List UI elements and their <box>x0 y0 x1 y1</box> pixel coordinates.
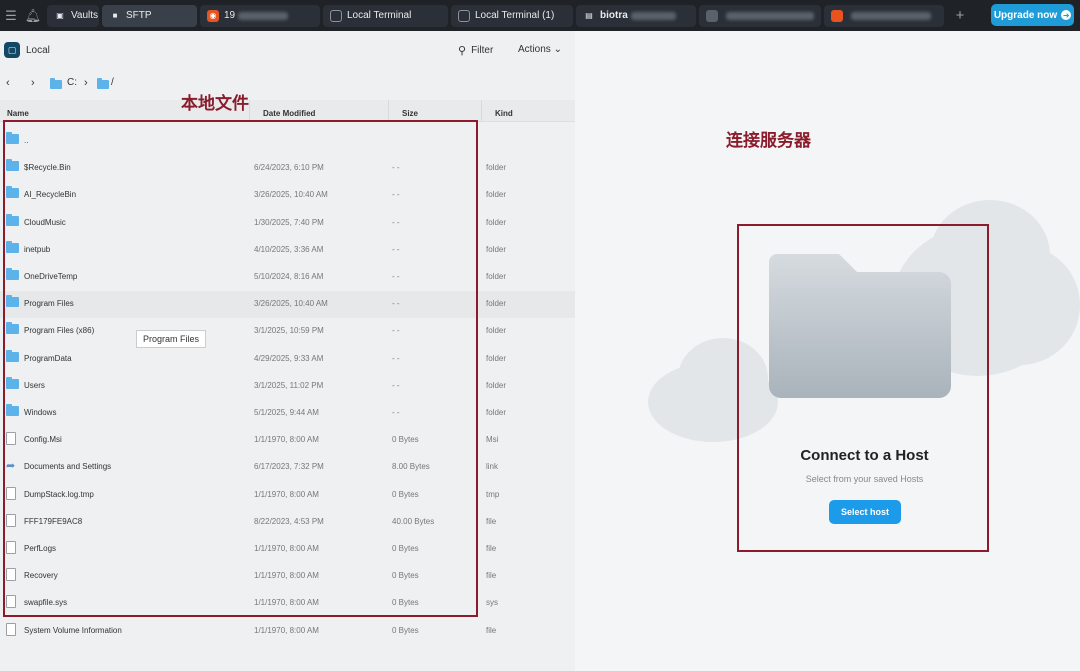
file-kind: folder <box>486 353 507 363</box>
file-kind: folder <box>486 380 507 390</box>
tab-local-terminal-1[interactable]: Local Terminal (1) <box>451 4 573 27</box>
tab-host-blurred[interactable] <box>699 4 821 27</box>
actions-dropdown[interactable]: Actions ⌄ <box>518 44 562 55</box>
path-segment-root[interactable]: / <box>111 77 114 88</box>
tab-label: Local Terminal <box>347 10 412 21</box>
tab-local-terminal[interactable]: Local Terminal <box>323 4 448 27</box>
vault-icon: ▣ <box>54 9 66 22</box>
file-kind: folder <box>486 244 507 254</box>
file-kind: folder <box>486 163 507 173</box>
actions-label: Actions <box>518 44 551 55</box>
file-kind: file <box>486 571 497 581</box>
path-bar: ‹ › C: › / <box>0 73 575 95</box>
column-date-modified[interactable]: Date Modified <box>263 109 315 118</box>
tab-vaults[interactable]: ▣ Vaults <box>47 4 99 27</box>
filter-button[interactable]: ⚲ Filter <box>458 44 493 57</box>
arrow-right-icon: ➜ <box>1061 10 1072 20</box>
file-kind: folder <box>486 217 507 227</box>
annotation-label-connect: 连接服务器 <box>726 131 811 151</box>
column-name[interactable]: Name <box>7 109 29 118</box>
new-tab-button[interactable]: + <box>948 7 972 24</box>
annotation-label-local: 本地文件 <box>181 94 249 114</box>
column-size[interactable]: Size <box>402 109 418 118</box>
tab-sftp[interactable]: ■ SFTP <box>102 4 197 27</box>
file-icon <box>6 622 16 639</box>
file-kind: tmp <box>486 489 500 499</box>
tab-host-ubuntu[interactable]: ◉ 19 <box>200 4 320 27</box>
host-icon <box>706 9 718 22</box>
folder-icon <box>97 78 109 92</box>
annotation-box-connect <box>737 224 989 552</box>
file-kind: link <box>486 462 499 472</box>
sftp-icon: ▤ <box>585 11 593 20</box>
file-kind: folder <box>486 299 507 309</box>
date-modified: 1/1/1970, 8:00 AM <box>254 625 319 635</box>
file-kind: folder <box>486 326 507 336</box>
tab-sftp-biotra[interactable]: ▤ biotra <box>576 4 696 27</box>
file-kind: file <box>486 544 497 553</box>
file-kind: folder <box>486 272 507 281</box>
tab-label: SFTP <box>126 10 152 21</box>
terminal-icon <box>458 9 470 22</box>
back-icon[interactable]: ‹ <box>6 77 10 89</box>
file-kind: file <box>486 516 497 526</box>
ubuntu-icon: ◉ <box>207 9 219 22</box>
forward-icon[interactable]: › <box>31 77 35 89</box>
folder-icon <box>50 78 62 92</box>
column-kind[interactable]: Kind <box>495 109 513 118</box>
panel-title: Local <box>26 45 50 56</box>
filter-label: Filter <box>471 45 494 56</box>
ubuntu-icon <box>831 9 843 22</box>
search-icon: ⚲ <box>458 45 467 57</box>
tab-label: 19 <box>224 10 236 21</box>
file-kind: sys <box>486 598 498 608</box>
folder-icon: ■ <box>112 11 118 20</box>
path-segment-drive[interactable]: C: <box>67 77 77 88</box>
bell-icon[interactable]: 🔔︎ <box>22 0 44 31</box>
upgrade-label: Upgrade now <box>993 9 1058 21</box>
file-kind: file <box>486 625 497 635</box>
tab-label: biotra <box>600 10 628 21</box>
upgrade-button[interactable]: Upgrade now ➜ <box>991 4 1074 26</box>
file-size: 0 Bytes <box>392 625 419 635</box>
file-kind: Msi <box>486 435 499 445</box>
annotation-box-local <box>3 120 478 617</box>
file-name: System Volume Information <box>24 625 122 635</box>
local-icon: ▢ <box>4 42 20 58</box>
menu-icon[interactable]: ☰ <box>0 0 22 31</box>
tab-host-blurred-2[interactable] <box>824 4 944 27</box>
chevron-right-icon: › <box>84 77 88 89</box>
table-row[interactable]: System Volume Information 1/1/1970, 8:00 … <box>0 618 575 645</box>
file-kind: folder <box>486 190 507 200</box>
terminal-icon <box>330 9 342 22</box>
tab-label: Local Terminal (1) <box>475 10 555 21</box>
title-bar: ☰ 🔔︎ ▣ Vaults ■ SFTP ◉ 19 Local Terminal… <box>0 0 1080 31</box>
tab-label: Vaults <box>71 10 99 21</box>
table-header: Name Date Modified Size Kind <box>0 100 575 122</box>
chevron-down-icon: ⌄ <box>553 44 562 55</box>
file-kind: folder <box>486 408 507 417</box>
